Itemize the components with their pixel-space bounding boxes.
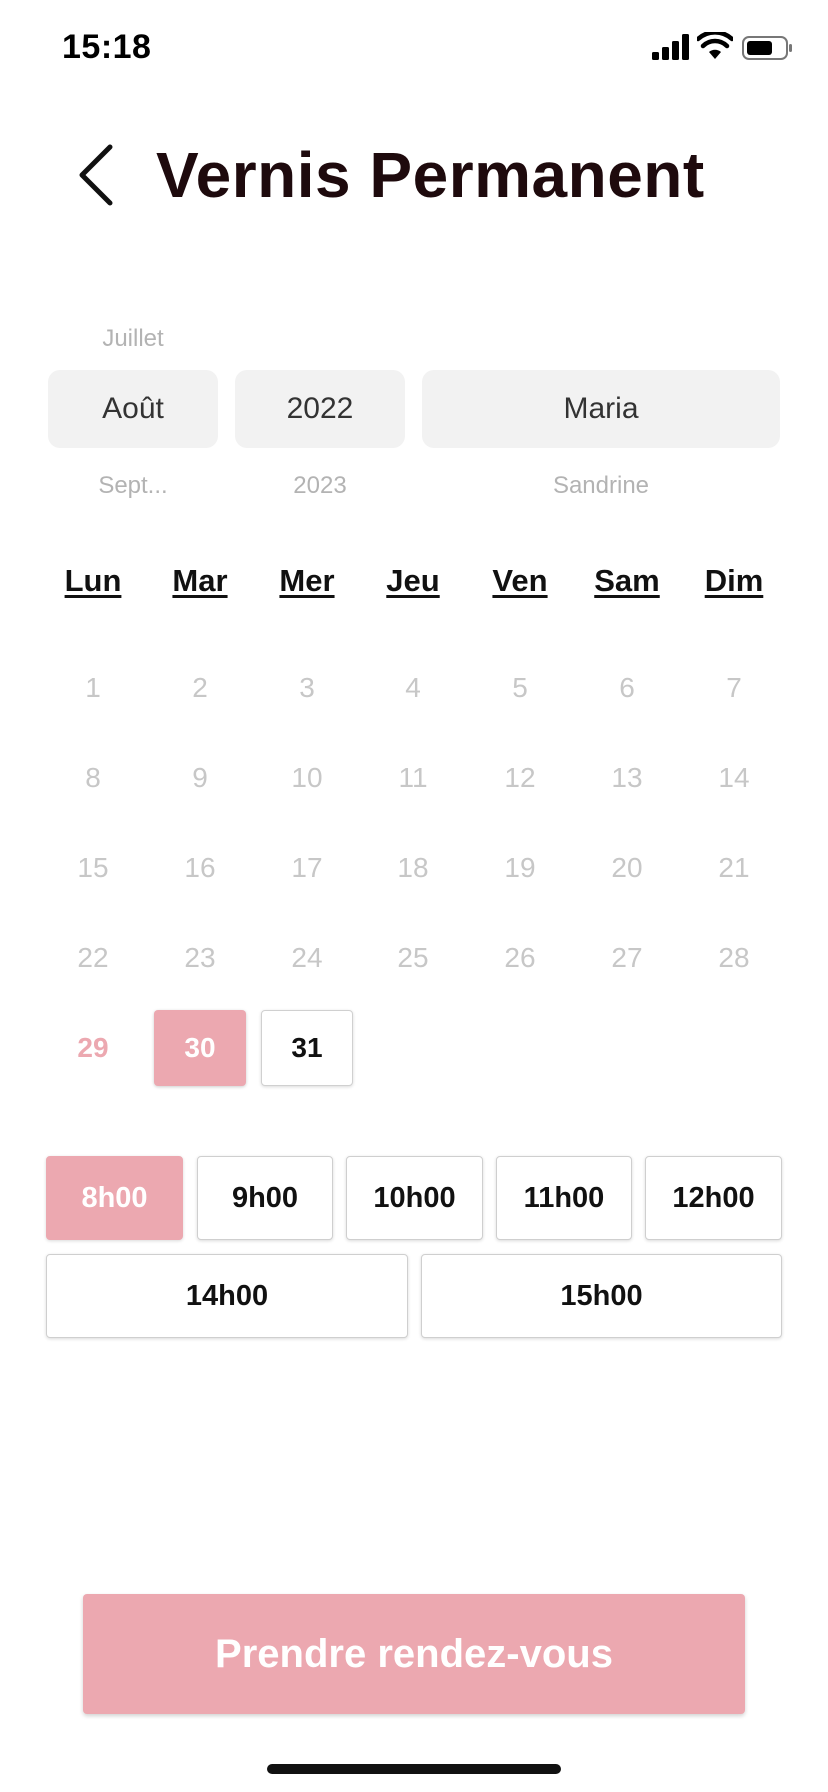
calendar-day-selected[interactable]: 30 (154, 1010, 246, 1086)
calendar-day: 28 (718, 942, 750, 973)
month-picker[interactable]: Août (48, 370, 218, 448)
calendar-day: 4 (405, 672, 421, 703)
calendar-day-today: 29 (77, 1032, 109, 1063)
weekday-mer: Mer (279, 563, 335, 598)
time-slot[interactable]: 11h00 (496, 1156, 632, 1240)
calendar-day: 15 (77, 852, 109, 883)
back-chevron-icon[interactable] (76, 143, 116, 207)
calendar-day: 17 (291, 852, 323, 883)
calendar-day: 5 (512, 672, 528, 703)
calendar-day: 16 (184, 852, 216, 883)
calendar-day: 25 (397, 942, 429, 973)
calendar-day: 23 (184, 942, 216, 973)
calendar-day-available[interactable]: 31 (261, 1010, 353, 1086)
calendar-day: 8 (85, 762, 101, 793)
signal-icon (652, 34, 689, 60)
weekday-mar: Mar (172, 563, 228, 598)
battery-icon (742, 36, 792, 60)
calendar-day: 10 (291, 762, 323, 793)
year-picker[interactable]: 2022 (235, 370, 405, 448)
calendar-day: 2 (192, 672, 208, 703)
calendar-day: 24 (291, 942, 323, 973)
time-slot[interactable]: 12h00 (645, 1156, 782, 1240)
calendar-day: 26 (504, 942, 536, 973)
calendar-day: 1 (85, 672, 101, 703)
weekday-lun: Lun (64, 563, 122, 598)
time-slot[interactable]: 10h00 (346, 1156, 483, 1240)
status-time: 15:18 (62, 28, 152, 66)
book-appointment-button[interactable]: Prendre rendez-vous (83, 1594, 745, 1714)
time-slot-selected[interactable]: 8h00 (46, 1156, 183, 1240)
calendar-day: 6 (619, 672, 635, 703)
staff-picker[interactable]: Maria (422, 370, 780, 448)
calendar-day: 18 (397, 852, 429, 883)
wifi-icon (697, 32, 733, 59)
month-picker-next[interactable]: Sept... (48, 472, 218, 500)
weekday-jeu: Jeu (386, 563, 440, 598)
calendar-day: 22 (77, 942, 109, 973)
calendar-day: 20 (611, 852, 643, 883)
calendar-day: 19 (504, 852, 536, 883)
calendar-day: 21 (718, 852, 750, 883)
year-picker-next[interactable]: 2023 (235, 472, 405, 500)
home-indicator[interactable] (267, 1764, 561, 1774)
calendar-day: 13 (611, 762, 643, 793)
calendar-day: 12 (504, 762, 536, 793)
calendar-day: 3 (299, 672, 315, 703)
calendar-day: 7 (726, 672, 742, 703)
staff-picker-next[interactable]: Sandrine (422, 472, 780, 500)
page-title: Vernis Permanent (156, 139, 705, 211)
calendar-day: 11 (398, 762, 428, 793)
weekday-sam: Sam (594, 563, 660, 598)
time-slot[interactable]: 15h00 (421, 1254, 782, 1338)
calendar-day: 27 (611, 942, 643, 973)
weekday-dim: Dim (704, 563, 764, 598)
calendar-day: 9 (192, 762, 208, 793)
time-slot[interactable]: 14h00 (46, 1254, 408, 1338)
month-picker-prev[interactable]: Juillet (48, 325, 218, 353)
calendar-day: 14 (718, 762, 750, 793)
time-slot[interactable]: 9h00 (197, 1156, 333, 1240)
weekday-ven: Ven (492, 563, 548, 598)
